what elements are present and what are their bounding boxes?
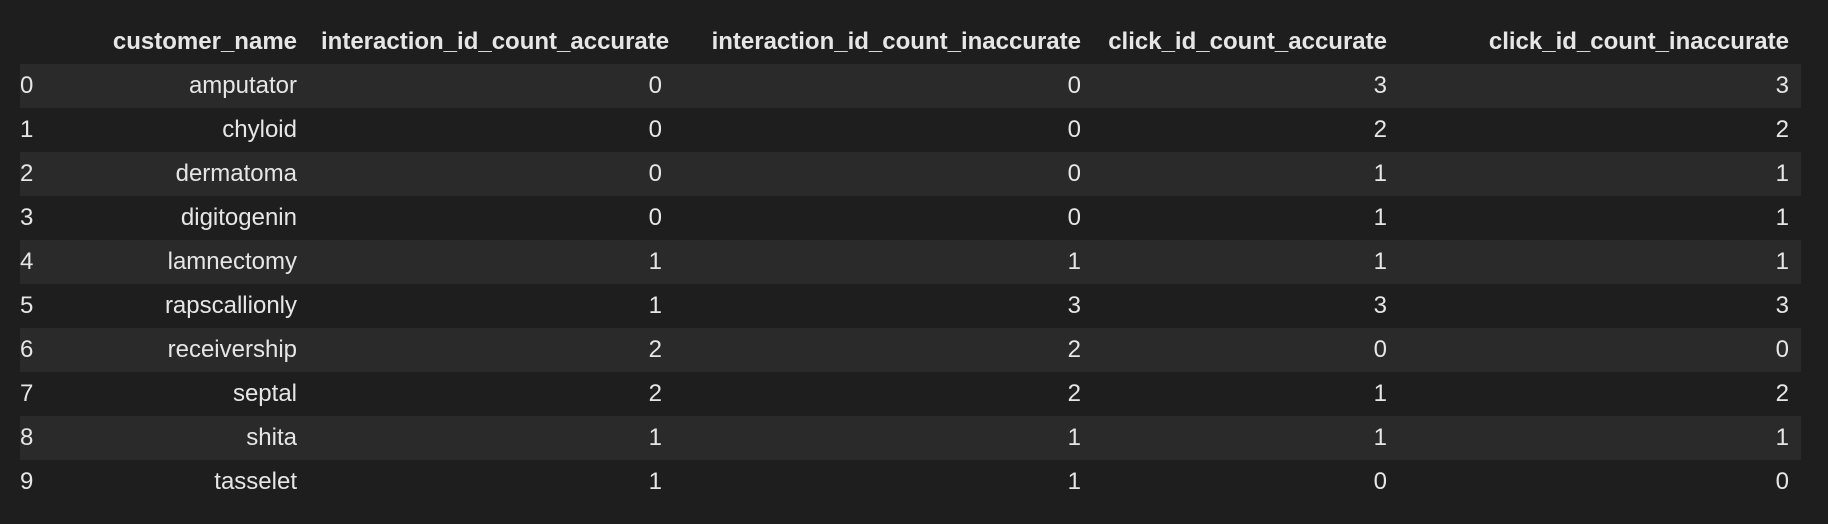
cell-interaction-id-count-inaccurate: 1 bbox=[1067, 424, 1081, 451]
table-row: 3 digitogenin 0 0 1 1 bbox=[20, 196, 1801, 240]
cell-click-id-count-accurate: 0 bbox=[1373, 468, 1387, 495]
row-index: 7 bbox=[20, 380, 34, 407]
table-row: 2 dermatoma 0 0 1 1 bbox=[20, 152, 1801, 196]
row-index: 4 bbox=[20, 248, 34, 275]
row-index: 5 bbox=[20, 292, 34, 319]
cell-customer-name: rapscallionly bbox=[164, 292, 297, 319]
cell-interaction-id-count-accurate: 1 bbox=[648, 292, 662, 319]
cell-click-id-count-accurate: 2 bbox=[1373, 116, 1387, 143]
cell-customer-name: chyloid bbox=[222, 116, 297, 143]
cell-interaction-id-count-inaccurate: 0 bbox=[1067, 72, 1081, 99]
cell-customer-name: receivership bbox=[167, 336, 297, 363]
cell-customer-name: septal bbox=[232, 380, 297, 407]
cell-click-id-count-accurate: 1 bbox=[1373, 380, 1387, 407]
table-header: customer_name interaction_id_count_accur… bbox=[20, 20, 1801, 64]
cell-interaction-id-count-inaccurate: 0 bbox=[1067, 160, 1081, 187]
cell-interaction-id-count-accurate: 2 bbox=[648, 336, 662, 363]
column-header-customer-name: customer_name bbox=[112, 28, 297, 55]
cell-click-id-count-inaccurate: 1 bbox=[1775, 204, 1789, 231]
cell-click-id-count-accurate: 1 bbox=[1373, 160, 1387, 187]
cell-click-id-count-inaccurate: 1 bbox=[1775, 424, 1789, 451]
cell-click-id-count-inaccurate: 1 bbox=[1775, 248, 1789, 275]
cell-click-id-count-accurate: 3 bbox=[1373, 72, 1387, 99]
cell-customer-name: dermatoma bbox=[175, 160, 297, 187]
cell-click-id-count-accurate: 0 bbox=[1373, 336, 1387, 363]
cell-customer-name: tasselet bbox=[214, 468, 297, 495]
cell-interaction-id-count-inaccurate: 0 bbox=[1067, 204, 1081, 231]
cell-customer-name: amputator bbox=[188, 72, 297, 99]
column-header-click-id-count-accurate: click_id_count_accurate bbox=[1108, 28, 1387, 55]
cell-click-id-count-accurate: 3 bbox=[1373, 292, 1387, 319]
table-row: 6 receivership 2 2 0 0 bbox=[20, 328, 1801, 372]
table-row: 8 shita 1 1 1 1 bbox=[20, 416, 1801, 460]
column-header-click-id-count-inaccurate: click_id_count_inaccurate bbox=[1488, 28, 1789, 55]
table-row: 9 tasselet 1 1 0 0 bbox=[20, 460, 1801, 504]
cell-click-id-count-inaccurate: 0 bbox=[1775, 336, 1789, 363]
dataframe-table: customer_name interaction_id_count_accur… bbox=[20, 20, 1801, 504]
table-row: 1 chyloid 0 0 2 2 bbox=[20, 108, 1801, 152]
dataframe-output: customer_name interaction_id_count_accur… bbox=[20, 20, 1801, 504]
cell-interaction-id-count-accurate: 0 bbox=[648, 204, 662, 231]
cell-interaction-id-count-accurate: 1 bbox=[648, 248, 662, 275]
table-body: 0 amputator 0 0 3 3 1 chyloid 0 0 2 2 2 … bbox=[20, 64, 1801, 504]
cell-customer-name: digitogenin bbox=[180, 204, 297, 231]
cell-interaction-id-count-accurate: 1 bbox=[648, 424, 662, 451]
cell-click-id-count-accurate: 1 bbox=[1373, 204, 1387, 231]
cell-interaction-id-count-inaccurate: 2 bbox=[1067, 380, 1081, 407]
row-index: 6 bbox=[20, 336, 34, 363]
cell-click-id-count-inaccurate: 2 bbox=[1775, 380, 1789, 407]
cell-click-id-count-inaccurate: 0 bbox=[1775, 468, 1789, 495]
cell-interaction-id-count-inaccurate: 1 bbox=[1067, 468, 1081, 495]
table-row: 7 septal 2 2 1 2 bbox=[20, 372, 1801, 416]
row-index: 1 bbox=[20, 116, 34, 143]
row-index: 2 bbox=[20, 160, 34, 187]
column-header-interaction-id-count-accurate: interaction_id_count_accurate bbox=[321, 28, 670, 55]
cell-click-id-count-inaccurate: 3 bbox=[1775, 292, 1789, 319]
index-header bbox=[20, 20, 68, 64]
row-index: 3 bbox=[20, 204, 34, 231]
cell-interaction-id-count-accurate: 0 bbox=[648, 72, 662, 99]
cell-click-id-count-accurate: 1 bbox=[1373, 248, 1387, 275]
cell-interaction-id-count-accurate: 0 bbox=[648, 160, 662, 187]
cell-click-id-count-inaccurate: 1 bbox=[1775, 160, 1789, 187]
row-index: 8 bbox=[20, 424, 34, 451]
cell-customer-name: lamnectomy bbox=[167, 248, 297, 275]
table-row: 4 lamnectomy 1 1 1 1 bbox=[20, 240, 1801, 284]
cell-interaction-id-count-accurate: 0 bbox=[648, 116, 662, 143]
header-row: customer_name interaction_id_count_accur… bbox=[20, 20, 1801, 64]
cell-interaction-id-count-accurate: 2 bbox=[648, 380, 662, 407]
row-index: 9 bbox=[20, 468, 34, 495]
table-row: 0 amputator 0 0 3 3 bbox=[20, 64, 1801, 108]
row-index: 0 bbox=[20, 72, 34, 99]
cell-click-id-count-inaccurate: 3 bbox=[1775, 72, 1789, 99]
cell-interaction-id-count-inaccurate: 3 bbox=[1067, 292, 1081, 319]
column-header-interaction-id-count-inaccurate: interaction_id_count_inaccurate bbox=[711, 28, 1081, 55]
cell-click-id-count-inaccurate: 2 bbox=[1775, 116, 1789, 143]
cell-interaction-id-count-accurate: 1 bbox=[648, 468, 662, 495]
cell-customer-name: shita bbox=[246, 424, 297, 451]
cell-click-id-count-accurate: 1 bbox=[1373, 424, 1387, 451]
cell-interaction-id-count-inaccurate: 2 bbox=[1067, 336, 1081, 363]
cell-interaction-id-count-inaccurate: 1 bbox=[1067, 248, 1081, 275]
cell-interaction-id-count-inaccurate: 0 bbox=[1067, 116, 1081, 143]
table-row: 5 rapscallionly 1 3 3 3 bbox=[20, 284, 1801, 328]
